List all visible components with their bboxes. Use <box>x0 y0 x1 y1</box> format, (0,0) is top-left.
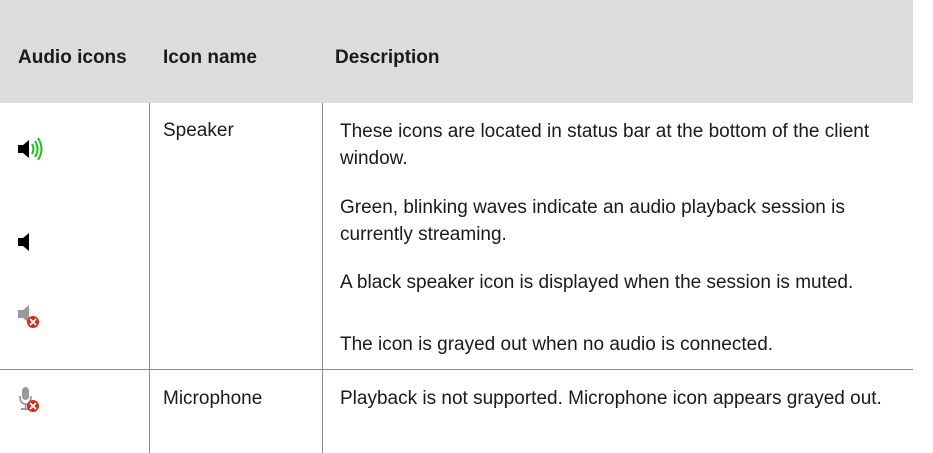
header-description: Description <box>335 47 440 68</box>
table-header: Audio icons Icon name Description <box>0 0 913 103</box>
icon-name-microphone: Microphone <box>163 388 263 409</box>
speaker-description-1: These icons are located in status bar at… <box>340 121 870 169</box>
speaker-black-icon <box>18 233 29 251</box>
audio-icons-table: Audio icons Icon name Description Speake… <box>0 0 933 453</box>
speaker-waves-green-icon <box>18 137 43 161</box>
column-divider <box>322 103 323 453</box>
icon-name-speaker: Speaker <box>163 120 234 141</box>
speaker-muted-gray-icon <box>18 305 39 328</box>
speaker-description-2: Green, blinking waves indicate an audio … <box>340 197 845 245</box>
speaker-description-3: A black speaker icon is displayed when t… <box>340 272 854 293</box>
speaker-description-4: The icon is grayed out when no audio is … <box>340 334 774 355</box>
header-audio-icons: Audio icons <box>18 47 127 68</box>
row-divider <box>0 369 913 370</box>
microphone-muted-gray-icon <box>19 387 39 412</box>
header-icon-name: Icon name <box>163 47 257 68</box>
column-divider <box>149 103 150 453</box>
microphone-description: Playback is not supported. Microphone ic… <box>340 388 882 409</box>
